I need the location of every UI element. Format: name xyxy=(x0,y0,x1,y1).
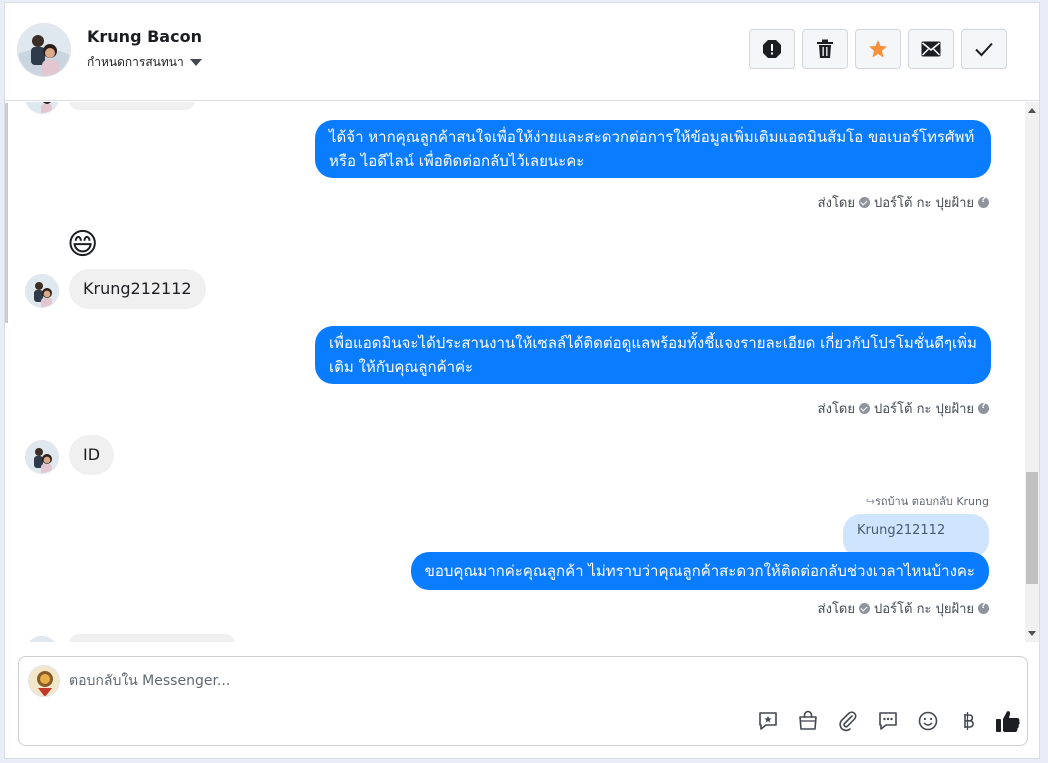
check-icon xyxy=(975,42,993,57)
scrollbar-thumb[interactable] xyxy=(1026,472,1038,584)
quick-reply-button[interactable] xyxy=(874,707,902,735)
contact-avatar-small xyxy=(25,440,59,474)
sent-by-prefix: ส่งโดย xyxy=(817,402,855,417)
shop-bag-icon xyxy=(799,710,817,730)
star-button[interactable] xyxy=(855,29,901,69)
message-bubble-outgoing[interactable]: ขอบคุณมากค่ะคุณลูกค้า ไม่ทราบว่าคุณลูกค้… xyxy=(410,552,989,590)
sent-by-name: ปอร์โต้ กะ ปุยฝ้าย xyxy=(874,602,974,617)
delete-button[interactable] xyxy=(802,29,848,69)
alert-icon xyxy=(763,40,781,58)
send-like-button[interactable] xyxy=(994,707,1022,735)
contact-avatar-small xyxy=(25,102,59,114)
baht-icon xyxy=(964,712,974,730)
payment-button[interactable] xyxy=(954,707,982,735)
conversation-panel: Krung Bacon กำหนดการสนทนา ได้จ้า หากคุณล… xyxy=(4,2,1040,759)
contact-avatar-small xyxy=(25,636,59,642)
help-icon[interactable] xyxy=(978,195,989,208)
mark-unread-button[interactable] xyxy=(908,29,954,69)
mark-done-button[interactable] xyxy=(961,29,1007,69)
envelope-icon xyxy=(921,41,941,57)
message-bubble-outgoing[interactable]: ได้จ้า หากคุณลูกค้าสนใจเพื่อให้ง่ายและสะ… xyxy=(315,120,991,178)
sent-by-label: ส่งโดย ปอร์โต้ กะ ปุยฝ้าย xyxy=(818,192,989,213)
contact-avatar-small xyxy=(25,274,59,308)
caret-down-icon xyxy=(189,59,202,66)
sent-by-name: ปอร์โต้ กะ ปุยฝ้าย xyxy=(874,402,974,417)
message-bubble-incoming-partial xyxy=(69,102,195,110)
mark-spam-button[interactable] xyxy=(749,29,795,69)
attach-button[interactable] xyxy=(834,707,862,735)
saved-reply-icon xyxy=(759,712,777,730)
message-bubble-incoming[interactable]: ID xyxy=(69,435,115,475)
like-icon xyxy=(996,711,1020,732)
reply-input[interactable] xyxy=(69,669,969,693)
scroll-down-arrow-icon[interactable] xyxy=(1028,631,1036,636)
composer-toolbar xyxy=(754,707,1022,735)
reply-composer xyxy=(18,656,1028,746)
message-scrollbar[interactable] xyxy=(1025,102,1039,642)
emoji-icon xyxy=(918,711,938,731)
contact-avatar[interactable] xyxy=(17,23,71,77)
header-actions xyxy=(749,29,1007,69)
conversation-header: Krung Bacon กำหนดการสนทนา xyxy=(5,3,1039,101)
emoji-button[interactable] xyxy=(914,707,942,735)
sent-by-label: ส่งโดย ปอร์โต้ กะ ปุยฝ้าย xyxy=(818,598,989,619)
check-circle-icon xyxy=(859,603,870,614)
scroll-up-arrow-icon[interactable] xyxy=(1028,108,1036,113)
check-circle-icon xyxy=(859,403,870,414)
help-icon[interactable] xyxy=(978,401,989,414)
shop-button[interactable] xyxy=(794,707,822,735)
message-bubble-incoming-partial xyxy=(69,634,235,642)
attach-icon xyxy=(839,711,857,732)
page-avatar xyxy=(28,665,60,697)
reply-arrow-icon: ↪ xyxy=(865,495,875,508)
saved-reply-button[interactable] xyxy=(754,707,782,735)
sent-by-label: ส่งโดย ปอร์โต้ กะ ปุยฝ้าย xyxy=(818,398,989,419)
trash-icon xyxy=(817,39,833,58)
help-icon[interactable] xyxy=(978,601,989,614)
assign-label: กำหนดการสนทนา xyxy=(87,55,184,69)
reply-context-label: ↪รถบ้าน ตอบกลับ Krung xyxy=(865,495,989,508)
sent-by-prefix: ส่งโดย xyxy=(817,602,855,617)
sent-by-prefix: ส่งโดย xyxy=(817,196,855,211)
message-bubble-incoming[interactable]: Krung212112 xyxy=(69,269,206,309)
check-circle-icon xyxy=(859,197,870,208)
star-icon xyxy=(869,40,887,58)
assign-conversation-dropdown[interactable]: กำหนดการสนทนา xyxy=(87,53,202,72)
grin-emoji: 😄 xyxy=(67,227,99,262)
message-list[interactable]: ได้จ้า หากคุณลูกค้าสนใจเพื่อให้ง่ายและสะ… xyxy=(5,102,1039,642)
contact-name[interactable]: Krung Bacon xyxy=(87,27,202,46)
message-bubble-outgoing[interactable]: เพื่อแอดมินจะได้ประสานงานให้เซลล์ได้ติดต… xyxy=(315,326,991,384)
quick-reply-icon xyxy=(879,712,897,730)
sent-by-name: ปอร์โต้ กะ ปุยฝ้าย xyxy=(874,196,974,211)
